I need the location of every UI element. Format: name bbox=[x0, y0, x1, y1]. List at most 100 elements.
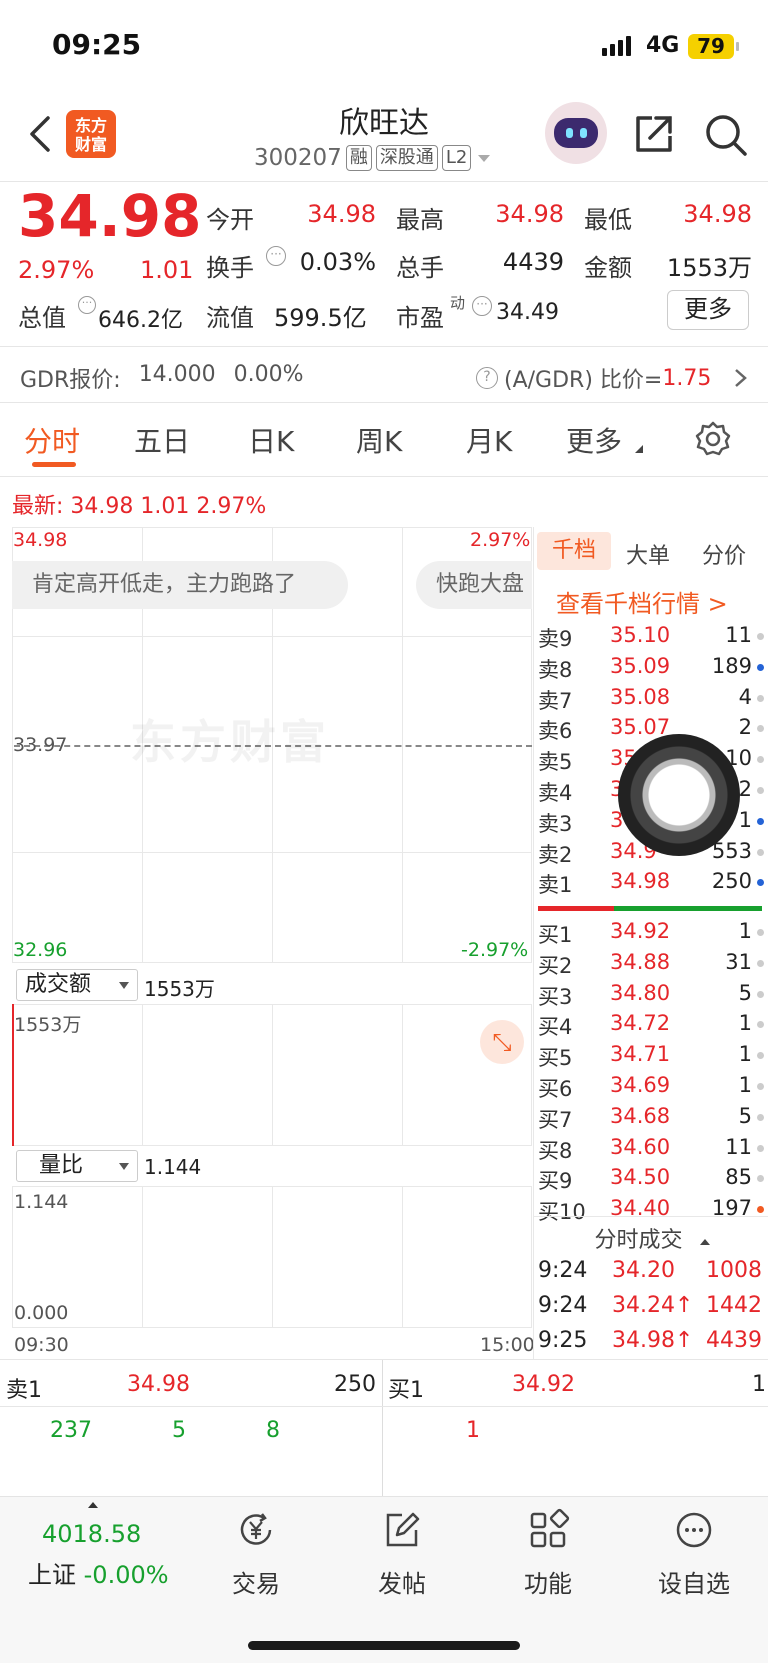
index-value[interactable]: 4018.58 bbox=[42, 1520, 141, 1548]
nav-add-watchlist[interactable]: 设自选 bbox=[644, 1508, 744, 1599]
bid-row[interactable]: 买5 34.71 1 bbox=[538, 1042, 768, 1072]
trade-volume: 1442 bbox=[706, 1293, 762, 1318]
bid-row[interactable]: 买9 34.50 85 bbox=[538, 1165, 768, 1195]
ask-level-label: 卖1 bbox=[538, 873, 573, 898]
tab-daily-k[interactable]: 日K bbox=[248, 420, 294, 460]
time-start: 09:30 bbox=[14, 1334, 69, 1356]
ask-level-label: 卖5 bbox=[538, 750, 573, 775]
gdr-label: GDR报价: bbox=[20, 368, 121, 393]
bid-level-label: 买6 bbox=[538, 1077, 573, 1101]
comment-bubble[interactable]: 肯定高开低走，主力跑路了 bbox=[12, 561, 348, 609]
current-price: 34.98 bbox=[18, 182, 202, 250]
battery-tip bbox=[736, 42, 739, 51]
order-dot-icon bbox=[757, 817, 764, 825]
nav-post-label: 发帖 bbox=[378, 1570, 426, 1598]
bid-row[interactable]: 买7 34.68 5 bbox=[538, 1104, 768, 1134]
ob-tab-price-dist[interactable]: 分价 bbox=[702, 538, 746, 570]
gdr-row[interactable]: GDR报价: 14.000 0.00% bbox=[20, 362, 304, 394]
ask-volume: 250 bbox=[711, 869, 752, 894]
divider bbox=[0, 1359, 768, 1360]
assistant-robot-icon[interactable] bbox=[545, 102, 607, 164]
bid-row[interactable]: 买3 34.80 5 bbox=[538, 981, 768, 1011]
grid-line bbox=[402, 1004, 403, 1146]
comment-bubble[interactable]: 快跑大盘 bbox=[416, 561, 532, 609]
settings-gear-icon[interactable] bbox=[694, 420, 732, 458]
chevron-down-icon bbox=[478, 155, 491, 162]
stock-code-row[interactable]: 300207 融 深股通 L2 bbox=[254, 145, 493, 171]
indicator-select-amount[interactable]: 成交额 bbox=[16, 969, 138, 1001]
tag-level2: L2 bbox=[441, 145, 472, 171]
volume-value: 4439 bbox=[502, 248, 564, 276]
ob-tab-depth[interactable]: 千档 bbox=[537, 532, 611, 570]
bid-row[interactable]: 买1 34.92 1 bbox=[538, 919, 768, 949]
bid-row[interactable]: 买2 34.88 31 bbox=[538, 950, 768, 980]
buy-sell-ratio-bar bbox=[538, 906, 762, 911]
ask-level-label: 卖8 bbox=[538, 657, 573, 682]
trade-time: 9:24 bbox=[538, 1258, 588, 1283]
divider bbox=[533, 1216, 768, 1217]
share-icon[interactable] bbox=[632, 112, 676, 156]
nav-trade[interactable]: 交易 bbox=[206, 1508, 306, 1599]
ask-volume: 2 bbox=[738, 777, 752, 801]
divider bbox=[0, 476, 768, 477]
ask-row[interactable]: 卖1 34.98 250 bbox=[538, 869, 768, 899]
ask-level-label: 卖7 bbox=[538, 688, 573, 713]
gdr-pct: 0.00% bbox=[233, 362, 304, 387]
order-dot-icon bbox=[757, 1052, 764, 1060]
index-ticker[interactable]: 上证 -0.00% bbox=[28, 1555, 169, 1590]
trade-price: 34.24↑ bbox=[612, 1293, 694, 1318]
nav-post[interactable]: 发帖 bbox=[352, 1508, 452, 1599]
search-icon[interactable] bbox=[703, 112, 749, 158]
tab-monthly-k[interactable]: 月K bbox=[466, 420, 512, 460]
float-value: 599.5亿 bbox=[274, 304, 367, 332]
divider bbox=[0, 346, 768, 347]
grid-line bbox=[272, 1004, 273, 1146]
amount-indicator-value: 1553万 bbox=[144, 977, 215, 1001]
tab-five-day[interactable]: 五日 bbox=[134, 420, 190, 460]
trades-title[interactable]: 分时成交 bbox=[538, 1222, 768, 1254]
gdr-ratio[interactable]: ? (A/GDR) 比价= 1.75 bbox=[476, 362, 751, 394]
bid-row[interactable]: 买6 34.69 1 bbox=[538, 1073, 768, 1103]
tab-weekly-k[interactable]: 周K bbox=[356, 420, 402, 460]
info-icon[interactable]: ··· bbox=[266, 246, 286, 266]
bid-price: 34.71 bbox=[610, 1042, 671, 1067]
ask-row[interactable]: 卖7 35.08 4 bbox=[538, 685, 768, 715]
bid-price: 34.68 bbox=[610, 1103, 671, 1128]
bid-volume: 5 bbox=[738, 980, 752, 1005]
ask-level-label: 卖9 bbox=[538, 627, 573, 651]
bid-row[interactable]: 买4 34.72 1 bbox=[538, 1011, 768, 1041]
ask-row[interactable]: 卖8 35.09 189 bbox=[538, 654, 768, 684]
order-dot-icon bbox=[757, 848, 764, 856]
expand-icon[interactable]: ⤡ bbox=[480, 1020, 524, 1064]
floating-assistive-ball[interactable] bbox=[618, 734, 740, 856]
ask-volume: 11 bbox=[725, 623, 752, 647]
help-icon[interactable]: ? bbox=[476, 367, 498, 389]
mktcap-value: 646.2亿 bbox=[98, 308, 183, 333]
ask-level-label: 卖6 bbox=[538, 719, 573, 744]
bid-price: 34.50 bbox=[610, 1165, 671, 1190]
order-dot-icon bbox=[757, 787, 764, 794]
tab-intraday[interactable]: 分时 bbox=[24, 420, 80, 460]
ob-tab-big-order[interactable]: 大单 bbox=[626, 538, 670, 570]
ratio-indicator-value: 1.144 bbox=[144, 1155, 202, 1179]
bid-queue-item: 1 bbox=[466, 1418, 480, 1443]
latest-info: 最新: 34.98 1.01 2.97% bbox=[12, 488, 266, 520]
tab-more[interactable]: 更多 bbox=[566, 420, 622, 460]
ask-volume: 1 bbox=[738, 807, 752, 832]
order-dot-icon bbox=[757, 990, 764, 998]
divider bbox=[0, 1406, 768, 1407]
order-dot-icon bbox=[757, 756, 764, 764]
info-icon[interactable]: ··· bbox=[78, 296, 96, 314]
divider bbox=[382, 1360, 383, 1496]
nav-functions[interactable]: 功能 bbox=[498, 1508, 598, 1599]
edit-post-icon bbox=[386, 1512, 420, 1547]
trade-volume: 4439 bbox=[706, 1328, 762, 1353]
info-icon[interactable]: ··· bbox=[472, 296, 492, 316]
indicator-select-ratio[interactable]: 量比 bbox=[16, 1150, 138, 1182]
ask-row[interactable]: 卖9 35.10 11 bbox=[538, 623, 768, 653]
bid-row[interactable]: 买8 34.60 11 bbox=[538, 1135, 768, 1165]
bid-volume: 85 bbox=[725, 1165, 752, 1190]
amount-label: 金额 bbox=[584, 254, 632, 282]
more-button[interactable]: 更多 bbox=[667, 290, 749, 330]
view-depth-link[interactable]: 查看千档行情 > bbox=[556, 584, 728, 619]
